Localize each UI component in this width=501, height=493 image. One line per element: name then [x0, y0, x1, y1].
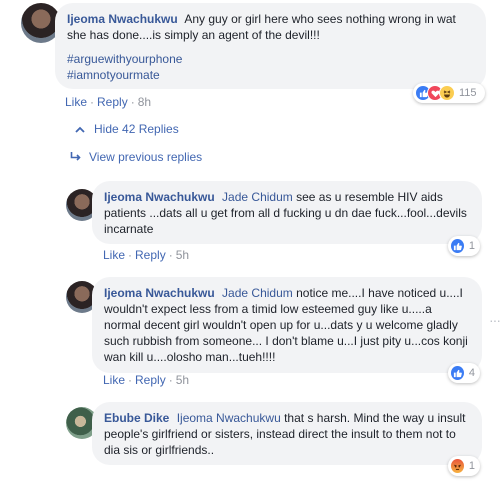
- like-link[interactable]: Like: [103, 373, 125, 387]
- separator-dot: ·: [130, 95, 135, 109]
- comment-bubble: Ijeoma Nwachukwu Any guy or girl here wh…: [55, 3, 486, 89]
- timestamp[interactable]: 5h: [176, 373, 189, 387]
- reply-author[interactable]: Ijeoma Nwachukwu: [104, 286, 215, 300]
- separator-dot: ·: [128, 248, 133, 262]
- hashtag-link[interactable]: #arguewithyourphone: [67, 51, 474, 67]
- mention-link[interactable]: Jade Chidum: [222, 190, 293, 204]
- haha-icon: [439, 85, 455, 101]
- hashtag-link[interactable]: #iamnotyourmate: [67, 67, 474, 83]
- reaction-count: 4: [468, 367, 475, 379]
- like-icon: [450, 238, 465, 254]
- reply-link[interactable]: Reply: [135, 373, 166, 387]
- reply-actions: Like · Reply · 5h: [103, 248, 189, 262]
- chevron-up-icon: [70, 126, 90, 133]
- separator-dot: ·: [90, 95, 95, 109]
- timestamp[interactable]: 8h: [138, 95, 151, 109]
- reply-link[interactable]: Reply: [97, 95, 128, 109]
- reaction-summary[interactable]: 1: [448, 236, 480, 256]
- view-previous-label: View previous replies: [89, 150, 203, 164]
- mention-link[interactable]: Ijeoma Nwachukwu: [177, 411, 281, 425]
- separator-dot: ·: [128, 373, 133, 387]
- reaction-count: 1: [468, 460, 475, 472]
- comment-author[interactable]: Ijeoma Nwachukwu: [67, 12, 178, 26]
- separator-dot: ·: [168, 248, 173, 262]
- hide-replies-label: Hide 42 Replies: [94, 122, 179, 136]
- reaction-count: 1: [468, 240, 475, 252]
- reply-link[interactable]: Reply: [135, 248, 166, 262]
- reply-bubble: Ebube Dike Ijeoma Nwachukwu that s harsh…: [92, 402, 482, 465]
- separator-dot: ·: [168, 373, 173, 387]
- angry-icon: [450, 458, 465, 474]
- hide-replies-link[interactable]: Hide 42 Replies: [70, 122, 179, 136]
- reaction-count: 115: [459, 87, 477, 99]
- like-link[interactable]: Like: [65, 95, 87, 109]
- reply-author[interactable]: Ijeoma Nwachukwu: [104, 190, 215, 204]
- reply-bubble: Ijeoma Nwachukwu Jade Chidum notice me..…: [92, 277, 482, 373]
- reply-arrow-icon: [65, 152, 85, 162]
- reaction-summary[interactable]: 1: [448, 456, 480, 476]
- reaction-summary[interactable]: 4: [448, 363, 480, 383]
- timestamp[interactable]: 5h: [176, 248, 189, 262]
- more-options-icon[interactable]: ···: [489, 312, 501, 328]
- view-previous-replies-link[interactable]: View previous replies: [65, 150, 202, 164]
- reply-actions: Like · Reply · 5h: [103, 373, 189, 387]
- reply-bubble: Ijeoma Nwachukwu Jade Chidum see as u re…: [92, 181, 482, 244]
- reply-author[interactable]: Ebube Dike: [104, 411, 169, 425]
- mention-link[interactable]: Jade Chidum: [222, 286, 293, 300]
- like-icon: [450, 365, 465, 381]
- like-link[interactable]: Like: [103, 248, 125, 262]
- comment-actions: Like · Reply · 8h: [65, 95, 151, 109]
- reaction-summary[interactable]: 115: [413, 83, 485, 103]
